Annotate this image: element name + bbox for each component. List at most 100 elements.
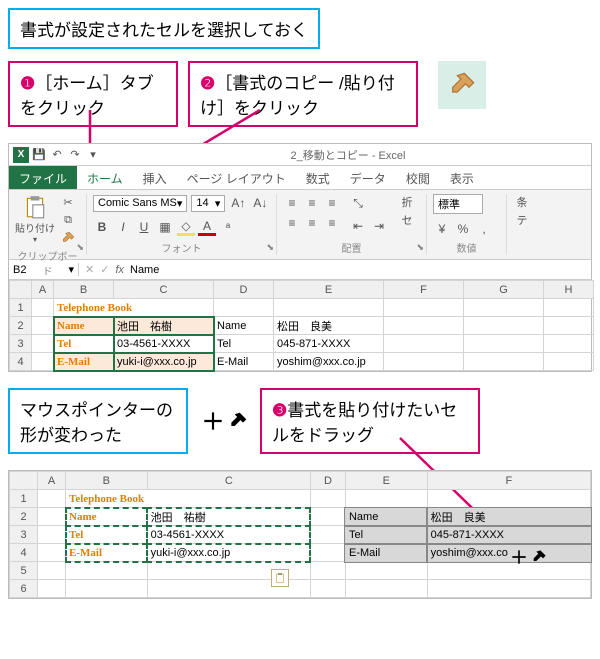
conditional-format-button[interactable]: 条 [513, 194, 531, 210]
font-size-select[interactable]: 14▾ [191, 195, 225, 212]
decrease-font-button[interactable]: A↓ [251, 194, 269, 212]
cell[interactable]: 池田 祐樹 [114, 317, 214, 335]
cell[interactable]: yuki-i@xxx.co.jp [114, 353, 214, 371]
select-all-button[interactable] [10, 472, 38, 490]
font-color-button[interactable]: A [198, 218, 216, 236]
tab-insert[interactable]: 挿入 [133, 166, 177, 189]
col-header[interactable]: E [345, 472, 427, 490]
cell[interactable]: Name [214, 317, 274, 335]
row-header[interactable]: 4 [10, 544, 38, 562]
bold-button[interactable]: B [93, 218, 111, 236]
row-header[interactable]: 5 [10, 562, 38, 580]
alignment-dialog-launcher[interactable]: ⬊ [416, 242, 424, 253]
cell[interactable]: Name [54, 317, 114, 335]
tab-home[interactable]: ホーム [77, 166, 133, 189]
number-format-select[interactable]: 標準 [433, 194, 483, 214]
align-center-button[interactable]: ≡ [303, 214, 321, 232]
worksheet-grid-1[interactable]: A B C D E F G H 1 Telephone Book 2 Name 池… [9, 280, 591, 371]
cell[interactable]: 松田 良美 [274, 317, 384, 335]
cell[interactable]: Telephone Book [66, 490, 311, 508]
cell[interactable]: Tel [214, 335, 274, 353]
cell[interactable]: Tel [345, 526, 427, 544]
row-header[interactable]: 3 [10, 526, 38, 544]
paste-button[interactable]: 貼り付け ▾ [15, 194, 55, 244]
cell[interactable]: E-Mail [66, 544, 148, 562]
underline-button[interactable]: U [135, 218, 153, 236]
italic-button[interactable]: I [114, 218, 132, 236]
qat-undo-icon[interactable]: ↶ [49, 147, 65, 163]
fill-color-button[interactable]: ◇ [177, 218, 195, 236]
cell[interactable]: 03-4561-XXXX [147, 526, 310, 544]
cell[interactable]: 松田 良美 [427, 508, 590, 526]
tab-file[interactable]: ファイル [9, 166, 77, 189]
cell[interactable]: Tel [66, 526, 148, 544]
clipboard-dialog-launcher[interactable]: ⬊ [76, 242, 84, 253]
col-header[interactable]: E [274, 281, 384, 299]
col-header[interactable]: A [32, 281, 54, 299]
wrap-text-button[interactable]: 折 [398, 194, 416, 210]
cell[interactable]: E-Mail [214, 353, 274, 371]
col-header[interactable]: D [310, 472, 345, 490]
row-header[interactable]: 4 [10, 353, 32, 371]
format-painter-button[interactable] [59, 230, 77, 246]
currency-button[interactable]: ¥ [433, 220, 451, 238]
cut-button[interactable]: ✂ [59, 194, 77, 210]
row-header[interactable]: 6 [10, 580, 38, 598]
cell[interactable]: E-Mail [345, 544, 427, 562]
cell[interactable]: 045-871-XXXX [427, 526, 590, 544]
qat-redo-icon[interactable]: ↷ [67, 147, 83, 163]
col-header[interactable]: B [66, 472, 148, 490]
fx-icon[interactable]: fx [115, 264, 124, 276]
cell[interactable]: Tel [54, 335, 114, 353]
col-header[interactable]: D [214, 281, 274, 299]
col-header[interactable]: C [147, 472, 310, 490]
format-as-table-button[interactable]: テ [513, 212, 531, 228]
qat-dropdown-icon[interactable]: ▾ [85, 147, 101, 163]
increase-font-button[interactable]: A↑ [229, 194, 247, 212]
qat-save-icon[interactable]: 💾 [31, 147, 47, 163]
tab-view[interactable]: 表示 [440, 166, 484, 189]
merge-center-button[interactable]: セ [398, 212, 416, 228]
col-header[interactable]: B [54, 281, 114, 299]
enter-icon[interactable]: ✓ [100, 263, 109, 276]
tab-page-layout[interactable]: ページ レイアウト [177, 166, 296, 189]
paste-options-smart-tag[interactable] [271, 569, 289, 587]
border-button[interactable]: ▦ [156, 218, 174, 236]
cell[interactable]: Name [66, 508, 148, 526]
increase-indent-button[interactable]: ⇥ [370, 217, 388, 235]
percent-button[interactable]: % [454, 220, 472, 238]
select-all-button[interactable] [10, 281, 32, 299]
row-header[interactable]: 1 [10, 299, 32, 317]
col-header[interactable]: F [384, 281, 464, 299]
col-header[interactable]: F [427, 472, 590, 490]
tab-data[interactable]: データ [340, 166, 396, 189]
cell[interactable]: 03-4561-XXXX [114, 335, 214, 353]
col-header[interactable]: G [464, 281, 544, 299]
align-middle-button[interactable]: ≡ [303, 194, 321, 212]
decrease-indent-button[interactable]: ⇤ [349, 217, 367, 235]
font-dialog-launcher[interactable]: ⬊ [266, 242, 274, 253]
align-top-button[interactable]: ≡ [283, 194, 301, 212]
col-header[interactable]: A [38, 472, 66, 490]
formula-bar-input[interactable]: Name [130, 264, 159, 276]
paste-dropdown-icon[interactable]: ▾ [33, 235, 37, 244]
col-header[interactable]: C [114, 281, 214, 299]
row-header[interactable]: 2 [10, 317, 32, 335]
cell[interactable]: Telephone Book [54, 299, 214, 317]
cell[interactable]: yuki-i@xxx.co.jp [147, 544, 310, 562]
align-left-button[interactable]: ≡ [283, 214, 301, 232]
cell[interactable]: 池田 祐樹 [147, 508, 310, 526]
tab-formulas[interactable]: 数式 [296, 166, 340, 189]
row-header[interactable]: 2 [10, 508, 38, 526]
font-name-select[interactable]: Comic Sans MS ▾ [93, 195, 187, 212]
align-right-button[interactable]: ≡ [323, 214, 341, 232]
cell[interactable]: E-Mail [54, 353, 114, 371]
worksheet-grid-2[interactable]: A B C D E F 1 Telephone Book 2 Name 池田 祐樹… [9, 471, 591, 598]
copy-button[interactable]: ⧉ [59, 212, 77, 228]
row-header[interactable]: 3 [10, 335, 32, 353]
cell[interactable]: 045-871-XXXX [274, 335, 384, 353]
col-header[interactable]: H [544, 281, 594, 299]
row-header[interactable]: 1 [10, 490, 38, 508]
align-bottom-button[interactable]: ≡ [323, 194, 341, 212]
phonetic-button[interactable]: ᵃ [219, 218, 237, 236]
